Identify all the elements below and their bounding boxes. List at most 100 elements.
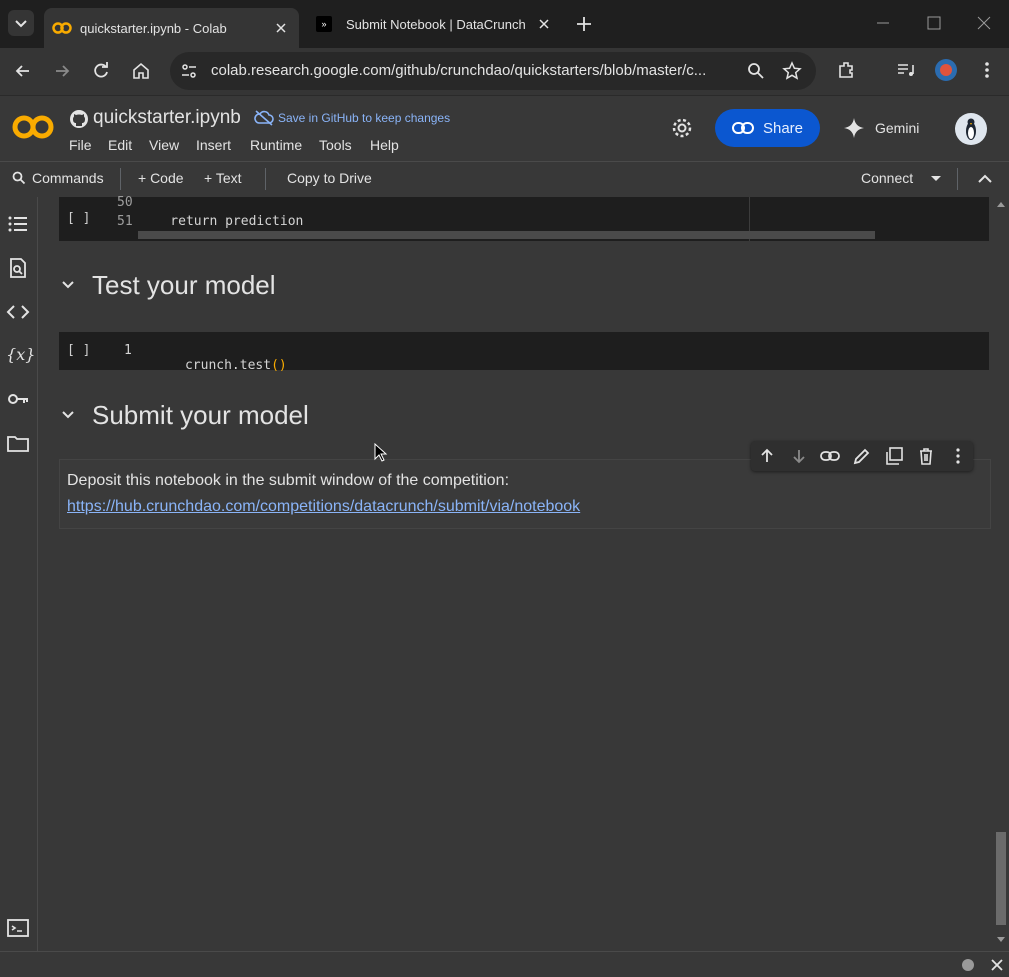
penguin-avatar-icon (966, 118, 976, 140)
save-github-notice[interactable]: Save in GitHub to keep changes (278, 111, 450, 125)
section-collapse-chevron-icon[interactable] (60, 277, 76, 293)
reload-icon[interactable] (91, 61, 111, 81)
section-heading[interactable]: Test your model (92, 270, 276, 301)
variables-icon[interactable]: {x} (6, 343, 35, 367)
line-number: 50 (117, 195, 133, 210)
menu-view[interactable]: View (149, 137, 179, 153)
browser-tab-bar: quickstarter.ipynb - Colab » Submit Note… (0, 0, 1009, 48)
address-bar[interactable]: colab.research.google.com/github/crunchd… (170, 52, 816, 90)
vertical-scrollbar[interactable] (993, 197, 1009, 951)
media-controls-icon[interactable] (896, 60, 916, 80)
forward-arrow-icon[interactable] (52, 61, 72, 81)
mirror-cell-icon[interactable] (884, 446, 904, 466)
scroll-up-arrow-icon[interactable] (997, 201, 1005, 207)
home-icon[interactable] (131, 61, 151, 81)
move-cell-down-arrow-icon[interactable] (789, 446, 809, 466)
copy-to-drive-button[interactable]: Copy to Drive (287, 170, 372, 186)
datacrunch-favicon-icon: » (316, 16, 332, 32)
browser-menu-kebab-icon[interactable] (977, 60, 997, 80)
code-line[interactable]: crunch.test() (138, 343, 287, 388)
move-cell-up-arrow-icon[interactable] (757, 446, 777, 466)
bookmark-star-icon[interactable] (782, 61, 802, 81)
terminal-icon[interactable] (6, 916, 30, 940)
profile-avatar-browser[interactable] (935, 59, 957, 81)
notebook-title[interactable]: quickstarter.ipynb (93, 107, 241, 129)
menu-runtime[interactable]: Runtime (250, 137, 302, 153)
status-bar (0, 951, 1009, 977)
connect-button[interactable]: Connect (861, 170, 913, 186)
zoom-icon[interactable] (747, 62, 765, 80)
search-icon (12, 171, 26, 185)
github-icon (70, 110, 88, 128)
user-avatar[interactable] (955, 113, 987, 145)
colab-command-bar: Commands + Code + Text Copy to Drive Con… (0, 161, 1009, 198)
code-cell[interactable]: [ ] 1 crunch.test() (59, 332, 989, 373)
menu-file[interactable]: File (69, 137, 92, 153)
horizontal-scrollbar[interactable] (138, 231, 875, 239)
line-number: 1 (124, 343, 132, 358)
delete-trash-icon[interactable] (916, 446, 936, 466)
chevron-down-icon (15, 20, 27, 28)
close-icon[interactable] (990, 958, 1004, 972)
files-folder-icon[interactable] (6, 431, 30, 455)
extensions-puzzle-icon[interactable] (837, 60, 857, 80)
section-heading[interactable]: Submit your model (92, 400, 309, 431)
table-of-contents-icon[interactable] (6, 212, 30, 236)
run-cell-button[interactable]: [ ] (67, 211, 90, 226)
tab-title: Submit Notebook | DataCrunch (346, 16, 526, 32)
collapse-header-chevron-up-icon[interactable] (977, 172, 993, 186)
gemini-sparkle-icon (844, 118, 864, 138)
tab-colab[interactable]: quickstarter.ipynb - Colab (44, 8, 299, 48)
cloud-off-icon (254, 110, 274, 126)
menu-edit[interactable]: Edit (108, 137, 132, 153)
connect-dropdown-icon[interactable] (929, 174, 943, 184)
competition-submit-link[interactable]: https://hub.crunchdao.com/competitions/d… (67, 498, 580, 516)
code-cell[interactable]: [ ] 50 51 return prediction (59, 195, 989, 241)
runtime-status-dot-icon[interactable] (962, 959, 974, 971)
code-line[interactable]: return prediction (139, 214, 303, 229)
commands-label: Commands (32, 170, 104, 186)
code-snippets-icon[interactable] (6, 300, 30, 324)
share-button[interactable]: Share (715, 109, 820, 147)
tab-datacrunch[interactable]: » Submit Notebook | DataCrunch (310, 8, 560, 40)
scroll-down-arrow-icon[interactable] (997, 937, 1005, 943)
menu-help[interactable]: Help (370, 137, 399, 153)
profile-dot-icon (940, 64, 952, 76)
notebook-area: [ ] 50 51 return prediction Test your mo… (38, 195, 993, 951)
close-icon[interactable] (538, 18, 550, 30)
more-options-kebab-icon[interactable] (948, 446, 968, 466)
section-collapse-chevron-icon[interactable] (60, 407, 76, 423)
secrets-key-icon[interactable] (6, 387, 30, 411)
site-info-icon[interactable] (180, 62, 198, 80)
share-label: Share (762, 119, 804, 137)
gemini-button[interactable]: Gemini (843, 113, 919, 143)
find-replace-icon[interactable] (6, 256, 30, 280)
link-icon (731, 122, 754, 134)
colab-favicon-icon (52, 22, 72, 34)
close-icon[interactable] (275, 22, 287, 34)
window-close-icon[interactable] (977, 16, 991, 30)
minimize-icon[interactable] (876, 16, 890, 30)
settings-gear-icon[interactable] (671, 117, 693, 139)
scrollbar-thumb[interactable] (996, 832, 1006, 925)
menu-tools[interactable]: Tools (319, 137, 352, 153)
commands-button[interactable]: Commands (12, 170, 104, 186)
run-cell-button[interactable]: [ ] (67, 343, 90, 358)
code-token: () (271, 358, 287, 373)
gemini-label: Gemini (875, 120, 920, 136)
back-arrow-icon[interactable] (13, 61, 33, 81)
colab-logo-icon (12, 115, 54, 139)
add-text-button[interactable]: + Text (204, 170, 242, 186)
menu-insert[interactable]: Insert (196, 137, 231, 153)
add-code-button[interactable]: + Code (138, 170, 184, 186)
tab-search-button[interactable] (8, 10, 34, 36)
mouse-cursor-icon (374, 443, 388, 462)
divider (957, 168, 958, 190)
maximize-icon[interactable] (927, 16, 941, 30)
edit-pencil-icon[interactable] (852, 446, 872, 466)
new-tab-plus-icon[interactable] (575, 15, 593, 33)
code-token: crunch.test (184, 358, 272, 373)
colab-logo[interactable] (12, 113, 54, 141)
url-text: colab.research.google.com/github/crunchd… (211, 62, 707, 79)
cell-link-icon[interactable] (820, 446, 840, 466)
